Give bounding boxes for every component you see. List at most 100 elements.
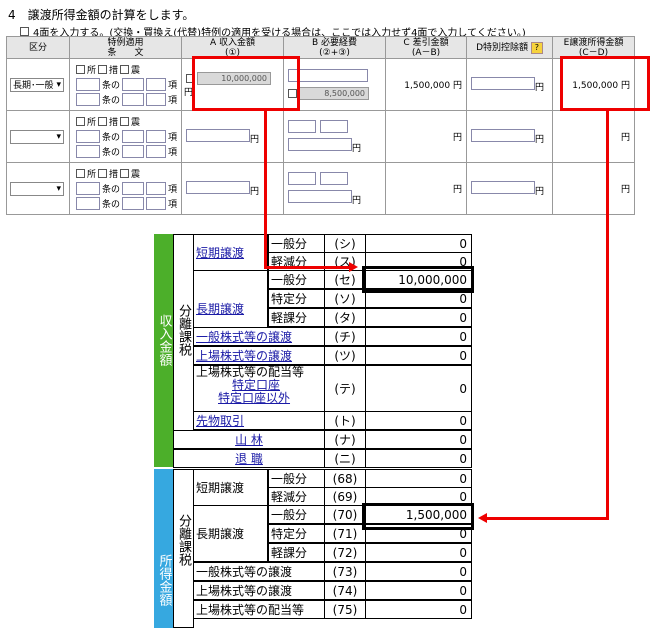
- ledger-value: 0: [365, 327, 472, 346]
- table-row: ▾ 所 措 震 条の項 条の項 円 円 円 円 円: [6, 162, 635, 215]
- ledger-code: (70): [324, 505, 366, 524]
- d-input[interactable]: [471, 180, 535, 194]
- ledger-value: 0: [365, 449, 472, 468]
- ledger-code: (ニ): [324, 449, 366, 468]
- ledger-value: 0: [365, 411, 472, 430]
- a-input[interactable]: [186, 128, 250, 142]
- jo-input[interactable]: [122, 93, 145, 106]
- help-icon[interactable]: ?: [530, 41, 543, 54]
- ledger-code: (タ): [324, 308, 366, 327]
- b-input[interactable]: [288, 137, 352, 151]
- ledger-label: 一般株式等の譲渡: [193, 562, 325, 581]
- ledger-code: (72): [324, 543, 366, 562]
- ledger-code: (ト): [324, 411, 366, 430]
- ledger-code: (73): [324, 562, 366, 581]
- table-row: 長期･一般 ▾ 所 措 震 条の項 条の項 10,000,000 円 8,500,…: [6, 58, 635, 111]
- jo-input[interactable]: [76, 78, 100, 91]
- ledger-label: 一般分: [268, 234, 325, 253]
- highlight-se: [362, 266, 474, 293]
- tokurei-checkbox[interactable]: [76, 169, 85, 178]
- ko-input[interactable]: [146, 197, 167, 210]
- highlight-70: [362, 503, 474, 530]
- tokurei-checkbox[interactable]: [76, 117, 85, 126]
- ledger-code: (69): [324, 487, 366, 506]
- jo-input[interactable]: [122, 182, 145, 195]
- b-input[interactable]: [288, 119, 316, 133]
- shotoku-choki-label: 長期譲渡: [193, 505, 268, 562]
- ko-input[interactable]: [146, 93, 167, 106]
- a-input[interactable]: [186, 180, 250, 194]
- ledger-code: (シ): [324, 234, 366, 253]
- jo-input[interactable]: [76, 145, 100, 158]
- shotoku-title: 所得金額: [156, 554, 172, 606]
- ledger-value: 0: [365, 562, 472, 581]
- ledger-label: 特定分: [268, 524, 325, 543]
- jo-input[interactable]: [76, 93, 100, 106]
- ledger-label[interactable]: 山 林: [173, 430, 325, 449]
- ledger-label: 上場株式等の譲渡: [193, 581, 325, 600]
- ledger-label[interactable]: 上場株式等の譲渡: [193, 346, 325, 365]
- jo-input[interactable]: [76, 197, 100, 210]
- ledger-value: 0: [365, 346, 472, 365]
- jo-input[interactable]: [122, 197, 145, 210]
- ledger-label: 一般分: [268, 270, 325, 289]
- d-input[interactable]: [471, 76, 535, 90]
- tokurei-checkbox[interactable]: [120, 65, 130, 74]
- b-input[interactable]: [288, 189, 352, 203]
- b-input[interactable]: [288, 171, 316, 185]
- ledger-value: 0: [365, 581, 472, 600]
- kubun-select[interactable]: ▾: [10, 181, 64, 196]
- ledger-label: 特定分: [268, 289, 325, 308]
- b-input[interactable]: [319, 119, 348, 133]
- kubun-select[interactable]: ▾: [10, 129, 64, 144]
- calc-table: 区分 特例適用条 文 A 収入金額 (①) B 必要経費 (②+③) C 差引金額(…: [6, 36, 635, 215]
- ledger-code: (71): [324, 524, 366, 543]
- ledger-label: 軽課分: [268, 308, 325, 327]
- ledger-code: (75): [324, 600, 366, 619]
- ledger-code: (ツ): [324, 346, 366, 365]
- d-input[interactable]: [471, 128, 535, 142]
- ledger-code: (セ): [324, 270, 366, 289]
- ledger-label: 軽課分: [268, 543, 325, 562]
- tokurei-checkbox[interactable]: [98, 169, 108, 178]
- b-input[interactable]: [288, 69, 368, 82]
- tanki-label[interactable]: 短期譲渡: [193, 234, 268, 271]
- highlight-e: [560, 56, 650, 111]
- ledger-label: 一般分: [268, 469, 325, 488]
- col-kubun: 区分: [6, 36, 70, 59]
- jo-input[interactable]: [122, 130, 145, 143]
- col-tokurei: 特例適用条 文: [69, 36, 182, 59]
- tokurei-checkbox[interactable]: [76, 65, 85, 74]
- ko-input[interactable]: [146, 130, 167, 143]
- ledger-label-haito: 上場株式等の配当等 特定口座 特定口座以外: [193, 365, 325, 412]
- option-checkbox[interactable]: [20, 27, 29, 36]
- tokurei-checkbox[interactable]: [120, 117, 130, 126]
- tokurei-checkbox[interactable]: [98, 65, 108, 74]
- table-row: ▾ 所 措 震 条の項 条の項 円 円 円 円 円: [6, 110, 635, 163]
- income-title: 収入金額: [156, 314, 172, 366]
- ledger-value: 0: [365, 543, 472, 562]
- ko-input[interactable]: [146, 78, 167, 91]
- ledger-label: 一般分: [268, 505, 325, 524]
- highlight-a: [192, 56, 300, 111]
- jo-input[interactable]: [122, 78, 145, 91]
- ledger-value: 0: [365, 600, 472, 619]
- ledger-label: 上場株式等の配当等: [193, 600, 325, 619]
- jo-input[interactable]: [76, 130, 100, 143]
- jo-input[interactable]: [76, 182, 100, 195]
- ledger-label[interactable]: 退 職: [173, 449, 325, 468]
- ko-input[interactable]: [146, 145, 167, 158]
- ledger-value: 0: [365, 234, 472, 253]
- kubun-select[interactable]: 長期･一般 ▾: [10, 77, 64, 92]
- ledger-label: 軽減分: [268, 487, 325, 506]
- ledger-label[interactable]: 先物取引: [193, 411, 325, 430]
- ko-input[interactable]: [146, 182, 167, 195]
- tokurei-checkbox[interactable]: [98, 117, 108, 126]
- tokurei-checkbox[interactable]: [120, 169, 130, 178]
- ledger-value: 0: [365, 365, 472, 412]
- b-input[interactable]: [319, 171, 348, 185]
- ledger-label[interactable]: 一般株式等の譲渡: [193, 327, 325, 346]
- b-input-disabled[interactable]: 8,500,000: [299, 87, 369, 100]
- ledger-value: 0: [365, 469, 472, 488]
- jo-input[interactable]: [122, 145, 145, 158]
